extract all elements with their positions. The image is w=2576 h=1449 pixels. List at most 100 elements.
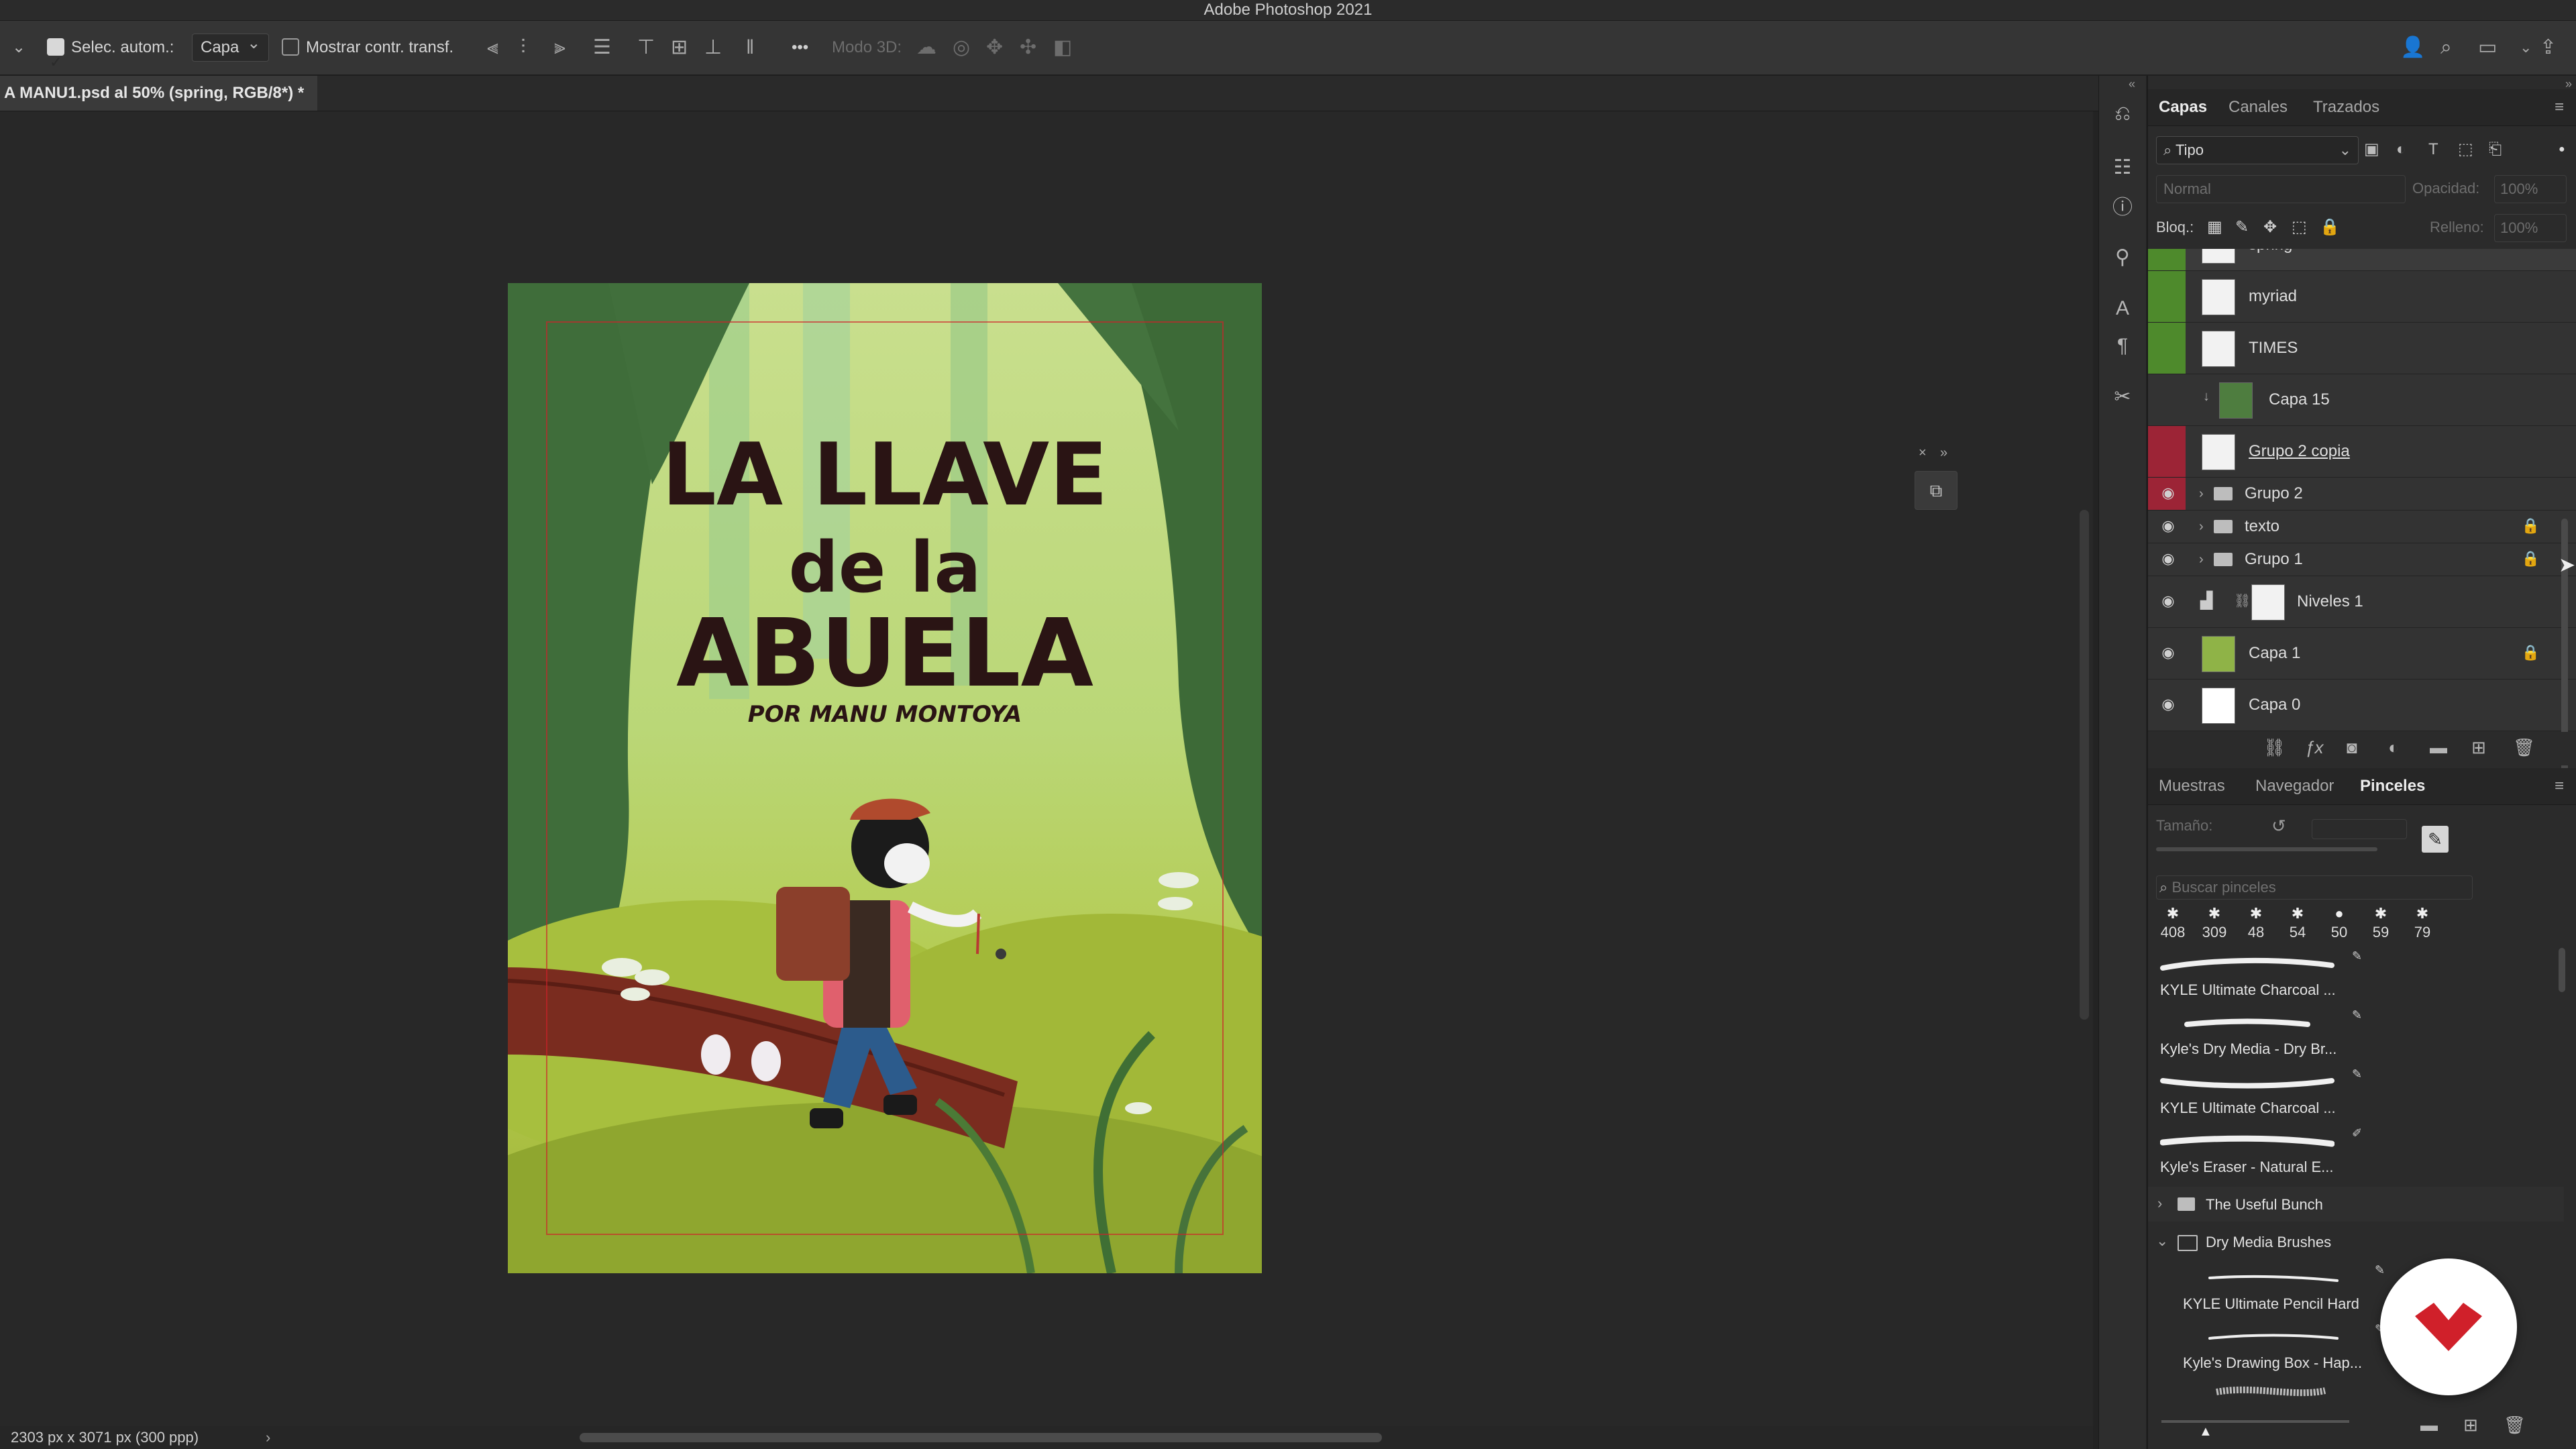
filter-smart-object-icon[interactable]: ⎗	[2489, 136, 2502, 163]
eye-icon[interactable]: ◉	[2159, 550, 2178, 568]
eye-icon[interactable]: ◉	[2159, 484, 2178, 502]
adjustments-icon[interactable]: ☷	[2111, 156, 2134, 179]
layer-row[interactable]: spring	[2148, 249, 2576, 271]
3d-camera-icon[interactable]: ◧	[1053, 21, 1072, 74]
brush-preset[interactable]: ✱ 59	[2361, 905, 2400, 941]
filter-pixel-icon[interactable]: ▣	[2364, 136, 2379, 163]
search-icon[interactable]: ⌕	[2440, 21, 2452, 74]
brush-preset[interactable]: ✱ 48	[2237, 905, 2275, 941]
document-tab[interactable]: A MANU1.psd al 50% (spring, RGB/8*) *	[0, 76, 318, 111]
new-layer-icon[interactable]: ⊞	[2471, 737, 2486, 758]
layer-row[interactable]: myriad	[2148, 271, 2576, 323]
brush-search-input[interactable]: ⌕ Buscar pinceles	[2156, 875, 2473, 900]
new-group-icon[interactable]: ▬	[2430, 737, 2447, 758]
brush-preset[interactable]: ✱ 54	[2278, 905, 2317, 941]
filter-adjustment-icon[interactable]: ◐	[2396, 136, 2406, 163]
tab-trazados[interactable]: Trazados	[2313, 89, 2379, 125]
filter-type-icon[interactable]: T	[2428, 136, 2438, 163]
mini-panel-close-icon[interactable]: ×	[1919, 445, 1927, 461]
tool-preset-chevron-icon[interactable]: ⌄	[12, 21, 25, 74]
new-brush-group-icon[interactable]: ▬	[2420, 1415, 2438, 1436]
brush-preset[interactable]: ● 50	[2320, 905, 2359, 941]
tab-pinceles[interactable]: Pinceles	[2360, 768, 2425, 804]
brushes-panel-menu-icon[interactable]: ≡	[2555, 768, 2564, 804]
link-layers-icon[interactable]: ⛓	[2263, 737, 2286, 758]
preview-size-slider[interactable]	[2161, 1420, 2349, 1423]
expand-arrow-icon[interactable]: ›	[2199, 511, 2204, 543]
mini-panel-expand-icon[interactable]: »	[1940, 445, 1947, 461]
lock-transparent-icon[interactable]: ▦	[2207, 214, 2222, 241]
lock-artboard-icon[interactable]: ⬚	[2292, 214, 2307, 241]
layer-row[interactable]: ◉ Capa 0	[2148, 680, 2576, 731]
brush-list-item[interactable]: ✎ KYLE Ultimate Charcoal ...	[2153, 1067, 2542, 1125]
3d-roll-icon[interactable]: ◎	[953, 21, 970, 74]
fx-icon[interactable]: ƒx	[2305, 737, 2323, 758]
share-export-icon[interactable]: ⇪	[2540, 21, 2557, 74]
3d-slide-icon[interactable]: ✣	[1020, 21, 1036, 74]
reset-size-icon[interactable]: ↺	[2271, 812, 2286, 839]
brush-group-row[interactable]: ⌄ Dry Media Brushes	[2148, 1224, 2564, 1259]
align-top-icon[interactable]: ⊤	[637, 21, 655, 74]
layer-filter-dropdown[interactable]: ⌕ Tipo ⌄	[2156, 136, 2359, 164]
status-menu-arrow[interactable]: ›	[266, 1426, 270, 1449]
layer-row[interactable]: TIMES	[2148, 323, 2576, 374]
show-transform-checkbox[interactable]: Mostrar contr. transf.	[282, 21, 453, 74]
distribute-horizontal-icon[interactable]: ☰	[593, 21, 611, 74]
3d-orbit-icon[interactable]: ☁	[916, 21, 936, 74]
share-person-icon[interactable]: 👤	[2400, 21, 2425, 74]
info-icon[interactable]: ⓘ	[2111, 197, 2134, 219]
auto-select-checkbox[interactable]: Selec. autom.:	[47, 21, 174, 89]
align-center-h-icon[interactable]: ⫶	[521, 21, 526, 74]
layer-row[interactable]: Grupo 2 copia	[2148, 426, 2576, 478]
history-icon[interactable]: ⎌	[2111, 103, 2134, 125]
brush-preset[interactable]: ✱ 79	[2403, 905, 2442, 941]
delete-layer-icon[interactable]: 🗑	[2513, 737, 2535, 758]
artwork-canvas[interactable]: LA LLAVE de la ABUELA POR MANU MONTOYA	[508, 283, 1262, 1273]
new-brush-icon[interactable]: ⊞	[2463, 1415, 2478, 1436]
align-middle-v-icon[interactable]: ⊞	[671, 21, 688, 74]
workspace-icon[interactable]: ▭	[2478, 21, 2497, 74]
layer-row[interactable]: ◉ › Grupo 1 🔒	[2148, 543, 2576, 576]
tab-muestras[interactable]: Muestras	[2159, 768, 2225, 804]
paragraph-icon[interactable]: ¶	[2111, 335, 2134, 358]
history-panel-icon[interactable]: ⧉	[1915, 471, 1957, 510]
tab-navegador[interactable]: Navegador	[2255, 768, 2334, 804]
brush-preset[interactable]: ✱ 408	[2153, 905, 2192, 941]
align-left-icon[interactable]: ⫷	[487, 21, 498, 74]
adjustment-layer-icon[interactable]: ◐	[2388, 737, 2399, 758]
collapse-panels-icon[interactable]: «	[2129, 77, 2135, 91]
eye-icon[interactable]: ◉	[2159, 644, 2178, 661]
group-collapse-arrow-icon[interactable]: ⌄	[2156, 1232, 2168, 1250]
expand-arrow-icon[interactable]: ›	[2199, 478, 2204, 510]
brush-list-item[interactable]: ✎ Kyle's Dry Media - Dry Br...	[2153, 1008, 2542, 1066]
tool-presets-icon[interactable]: ✂	[2111, 386, 2134, 409]
layer-row[interactable]: ↓ Capa 15	[2148, 374, 2576, 426]
canvas-horizontal-scrollbar[interactable]	[580, 1433, 1382, 1442]
more-options-button[interactable]: •••	[792, 21, 808, 74]
canvas-vertical-scrollbar[interactable]	[2080, 510, 2089, 1020]
workspace-chevron-icon[interactable]: ⌄	[2520, 21, 2532, 74]
lock-all-icon[interactable]: 🔒	[2320, 214, 2340, 241]
brush-preset[interactable]: ✱ 309	[2195, 905, 2234, 941]
add-mask-icon[interactable]: ◙	[2347, 737, 2357, 758]
lock-image-icon[interactable]: ✎	[2235, 214, 2249, 241]
tab-canales[interactable]: Canales	[2229, 89, 2288, 125]
expand-arrow-icon[interactable]: ›	[2199, 543, 2204, 576]
brush-list-item[interactable]: ✐ Kyle's Eraser - Natural E...	[2153, 1126, 2542, 1184]
group-expand-arrow-icon[interactable]: ›	[2157, 1195, 2162, 1212]
align-right-icon[interactable]: ⫸	[554, 21, 566, 74]
brush-size-slider[interactable]	[2156, 847, 2377, 851]
layer-row[interactable]: ◉ Capa 1 🔒	[2148, 628, 2576, 680]
filter-toggle-icon[interactable]: ●	[2559, 136, 2565, 163]
opacity-field[interactable]: 100%	[2494, 175, 2567, 203]
align-bottom-icon[interactable]: ⊥	[704, 21, 722, 74]
eye-icon[interactable]: ◉	[2159, 592, 2178, 610]
brush-settings-icon[interactable]: ✎	[2422, 826, 2449, 853]
brush-list-item[interactable]: ✎ KYLE Ultimate Charcoal ...	[2153, 949, 2542, 1007]
blend-mode-dropdown[interactable]: Normal	[2156, 175, 2406, 203]
filter-shape-icon[interactable]: ⬚	[2458, 136, 2473, 163]
layer-row[interactable]: ◉ ▟ ⛓ Niveles 1	[2148, 576, 2576, 628]
brushes-scrollbar[interactable]	[2559, 948, 2565, 992]
eye-icon[interactable]: ◉	[2159, 696, 2178, 713]
brush-size-field[interactable]	[2312, 819, 2407, 839]
